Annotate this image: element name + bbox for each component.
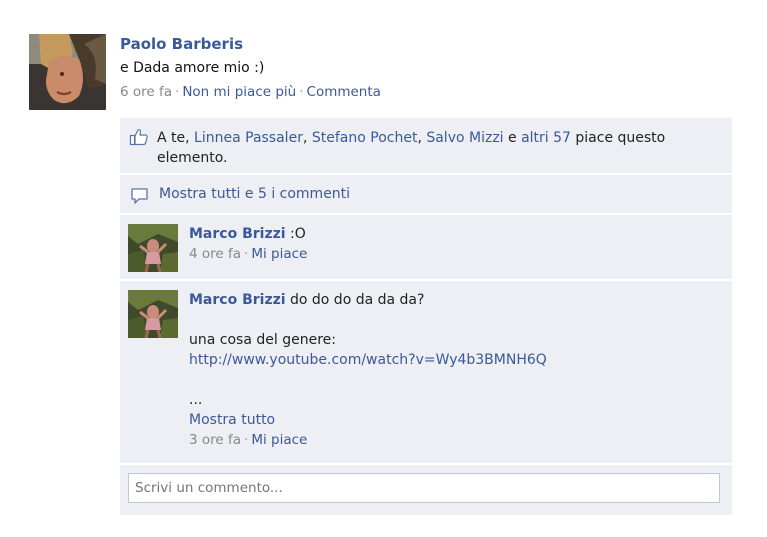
comment-item: Marco Brizzi do do do da da da? una cosa… — [120, 281, 732, 463]
comment-body: Marco Brizzi do do do da da da? una cosa… — [189, 290, 722, 450]
comment-item: Marco Brizzi :O 4 ore fa · Mi piace — [120, 215, 732, 279]
comment-bubble-icon — [130, 186, 150, 206]
comment-like-link[interactable]: Mi piace — [251, 246, 307, 262]
comment-text: :O — [290, 226, 306, 242]
comment-timestamp[interactable]: 3 ore fa — [189, 432, 241, 448]
comment-meta: 4 ore fa · Mi piace — [189, 244, 722, 264]
post-timestamp[interactable]: 6 ore fa — [120, 84, 172, 100]
post-meta: 6 ore fa · Non mi piace più · Commenta — [120, 82, 747, 102]
post-text: e Dada amore mio :) — [120, 60, 265, 76]
feedback-section: A te, Linnea Passaler, Stefano Pochet, S… — [120, 118, 732, 517]
comment-like-link[interactable]: Mi piace — [251, 432, 307, 448]
thumbs-up-icon — [129, 127, 149, 147]
likes-you: A te — [157, 130, 186, 146]
comment-input[interactable] — [128, 473, 720, 503]
comment-text: do do do da da da? — [290, 292, 425, 308]
comment-timestamp[interactable]: 4 ore fa — [189, 246, 241, 262]
liker-link[interactable]: Stefano Pochet — [312, 130, 418, 146]
comma: , — [185, 130, 195, 146]
comment-link[interactable]: Commenta — [307, 84, 381, 100]
comment-meta: 3 ore fa · Mi piace — [189, 430, 722, 450]
other-likers-link[interactable]: altri 57 — [521, 130, 571, 146]
commenter-link[interactable]: Marco Brizzi — [189, 226, 286, 242]
separator-dot: · — [244, 246, 249, 262]
separator-dot: · — [175, 84, 180, 100]
commenter-avatar[interactable] — [128, 224, 178, 272]
post-author-link[interactable]: Paolo Barberis — [120, 34, 747, 55]
comment-url-link[interactable]: http://www.youtube.com/watch?v=Wy4b3BMNH… — [189, 350, 722, 370]
comment-composer-row — [120, 465, 732, 515]
separator-dot: · — [299, 84, 304, 100]
comment-text-line: una cosa del genere: — [189, 332, 336, 348]
likes-summary: A te, Linnea Passaler, Stefano Pochet, S… — [157, 128, 720, 168]
comment-body: Marco Brizzi :O 4 ore fa · Mi piace — [189, 224, 722, 264]
separator-dot: · — [244, 432, 249, 448]
commenter-link[interactable]: Marco Brizzi — [189, 292, 286, 308]
show-more-link[interactable]: Mostra tutto — [189, 410, 722, 430]
show-all-comments-row[interactable]: Mostra tutti e 5 i commenti — [120, 175, 732, 213]
likes-row: A te, Linnea Passaler, Stefano Pochet, S… — [120, 118, 732, 173]
conjunction: e — [503, 130, 522, 146]
unlike-link[interactable]: Non mi piace più — [182, 84, 296, 100]
comment-ellipsis: ... — [189, 392, 203, 408]
liker-link[interactable]: Linnea Passaler — [194, 130, 303, 146]
liker-link[interactable]: Salvo Mizzi — [426, 130, 503, 146]
show-all-comments-link[interactable]: Mostra tutti e 5 i commenti — [159, 184, 350, 204]
comma: , — [302, 130, 312, 146]
commenter-avatar[interactable] — [128, 290, 178, 338]
author-avatar[interactable] — [29, 34, 106, 110]
post-header: Paolo Barberis e Dada amore mio :) 6 ore… — [120, 34, 747, 102]
comma: , — [417, 130, 427, 146]
